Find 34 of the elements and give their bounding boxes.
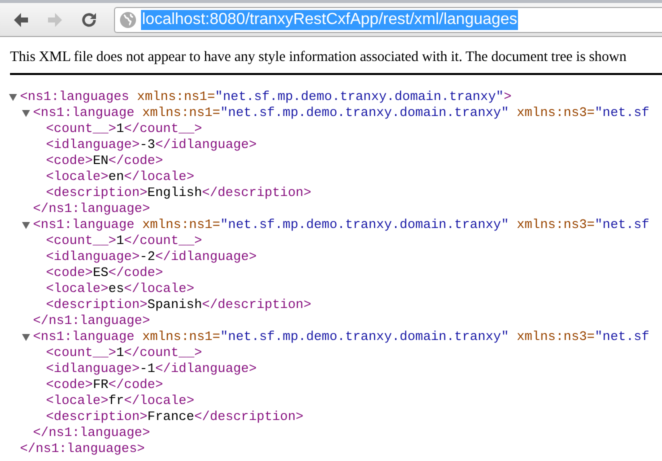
xml-line: <description>France</description> xyxy=(46,409,304,425)
xml-line: <code>FR</code> xyxy=(46,377,164,393)
xml-line: <ns1:languages xmlns:ns1="net.sf.mp.demo.tranxy.domain.tranxy"> xyxy=(20,89,512,105)
xml-line: </ns1:languages> xyxy=(20,441,145,457)
xml-line: </ns1:language> xyxy=(33,201,150,217)
xml-line: <idlanguage>-2</idlanguage> xyxy=(46,249,257,265)
xml-style-notice: This XML file does not appear to have any style information associated with it. The document tree is shown xyxy=(10,48,628,67)
address-bar[interactable]: localhost:8080/tranxyRestCxfApp/rest/xml/languages xyxy=(114,6,662,32)
xml-line: <ns1:language xmlns:ns1="net.sf.mp.demo.tranxy.domain.tranxy" xmlns:ns3="net.sf xyxy=(33,329,650,345)
xml-line: <locale>es</locale> xyxy=(46,281,194,297)
xml-line: <locale>en</locale> xyxy=(46,169,194,185)
xml-line: <count__>1</count__> xyxy=(46,121,202,137)
xml-line: </ns1:language> xyxy=(33,313,150,329)
xml-line: <count__>1</count__> xyxy=(46,345,202,361)
right-arrow-icon xyxy=(46,10,64,28)
xml-line: <ns1:language xmlns:ns1="net.sf.mp.demo.tranxy.domain.tranxy" xmlns:ns3="net.sf xyxy=(33,105,650,121)
reload-icon xyxy=(80,10,98,28)
xml-line: <code>EN</code> xyxy=(46,153,164,169)
collapse-triangle-icon[interactable] xyxy=(21,332,31,342)
xml-line: <count__>1</count__> xyxy=(46,233,202,249)
xml-line: <locale>fr</locale> xyxy=(46,393,194,409)
xml-line: <description>Spanish</description> xyxy=(46,297,312,313)
xml-line: </ns1:language> xyxy=(33,425,150,441)
collapse-triangle-icon[interactable] xyxy=(8,92,18,102)
url-text: localhost:8080/tranxyRestCxfApp/rest/xml/languages xyxy=(141,10,518,30)
left-arrow-icon xyxy=(12,10,30,28)
collapse-triangle-icon[interactable] xyxy=(21,108,31,118)
xml-line: <idlanguage>-3</idlanguage> xyxy=(46,137,257,153)
globe-icon xyxy=(119,10,137,28)
xml-line: <ns1:language xmlns:ns1="net.sf.mp.demo.tranxy.domain.tranxy" xmlns:ns3="net.sf xyxy=(33,217,650,233)
xml-line: <idlanguage>-1</idlanguage> xyxy=(46,361,257,377)
collapse-triangle-icon[interactable] xyxy=(21,220,31,230)
xml-line: <code>ES</code> xyxy=(46,265,164,281)
xml-line: <description>English</description> xyxy=(46,185,312,201)
